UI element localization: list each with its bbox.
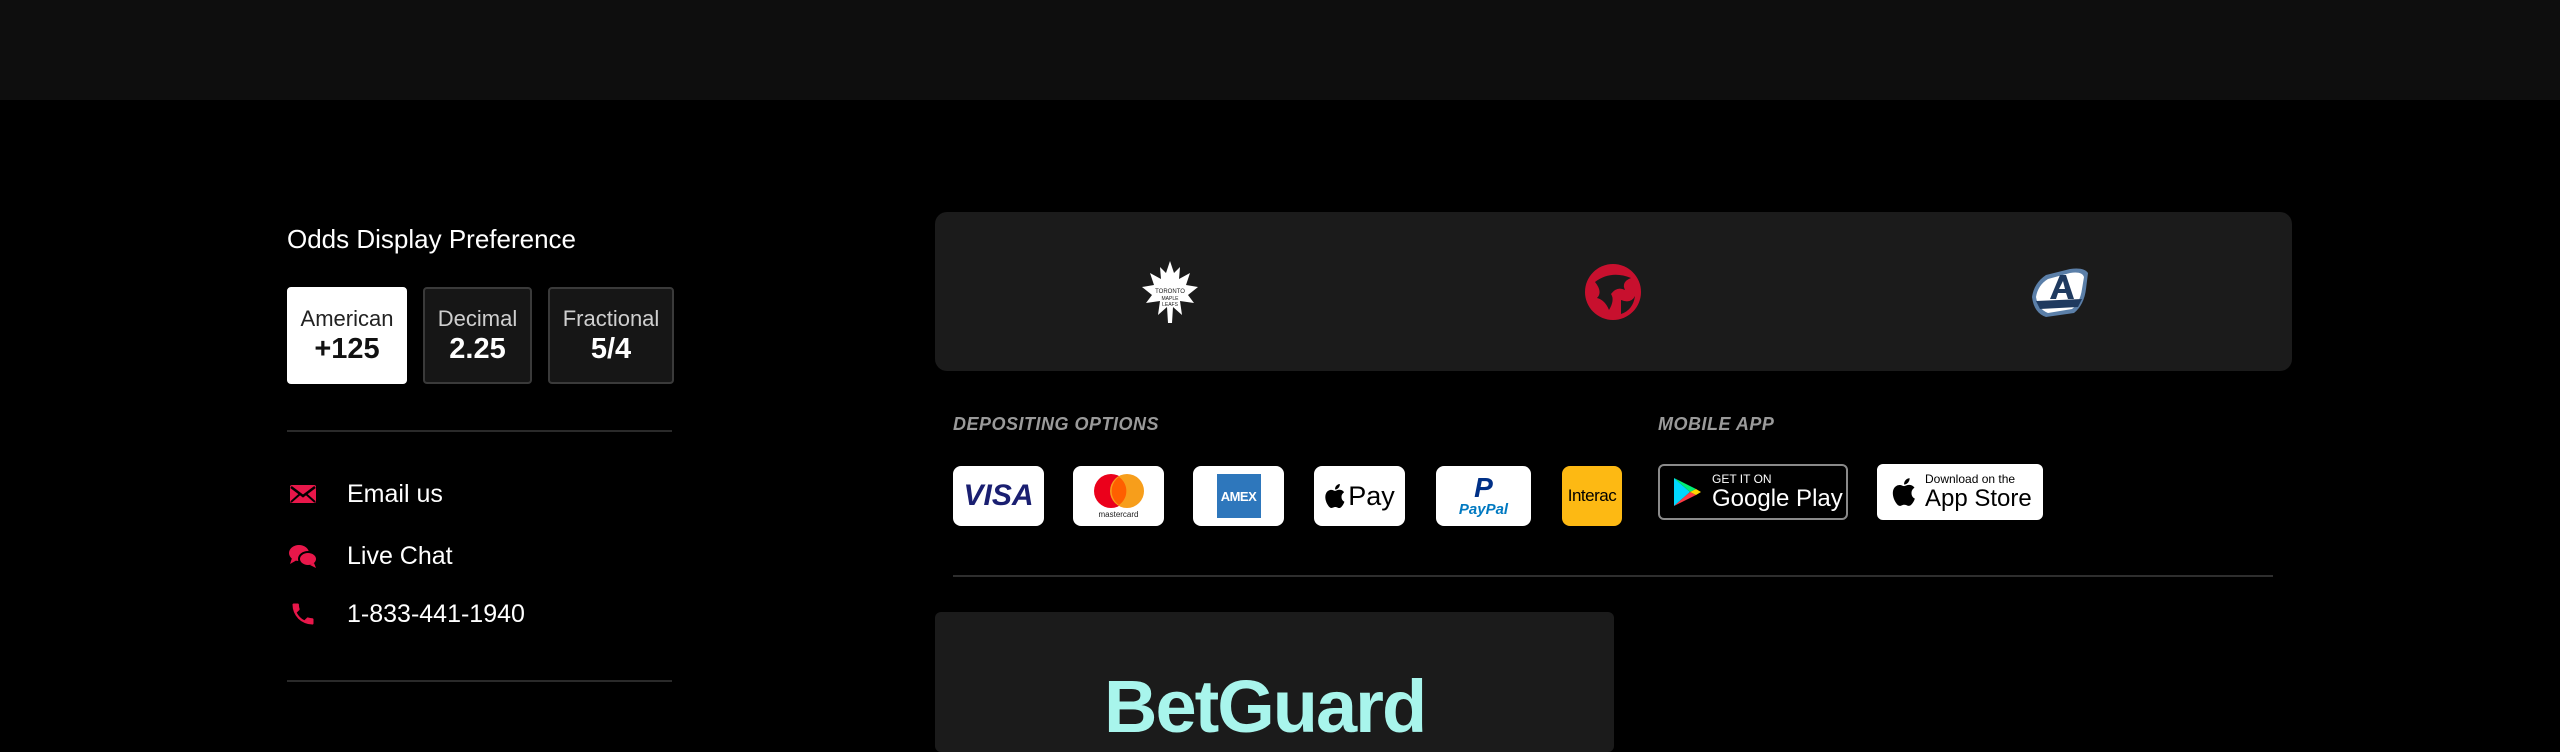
apple-icon bbox=[1325, 484, 1345, 509]
app-store-text: App Store bbox=[1925, 484, 2032, 512]
odds-fractional-label: Fractional bbox=[562, 305, 660, 331]
google-play-small-text: GET IT ON bbox=[1712, 471, 1772, 486]
google-play-text: Google Play bbox=[1712, 484, 1843, 512]
divider bbox=[953, 575, 2273, 577]
odds-fractional-button[interactable]: Fractional 5/4 bbox=[548, 287, 674, 384]
google-play-icon bbox=[1674, 478, 1701, 506]
apple-pay-text: Pay bbox=[1348, 480, 1395, 511]
google-play-button[interactable]: GET IT ON Google Play bbox=[1658, 464, 1848, 520]
email-link[interactable]: Email us bbox=[287, 478, 443, 510]
mastercard-payment-icon: mastercard bbox=[1073, 466, 1164, 526]
apple-icon bbox=[1892, 478, 1915, 506]
odds-decimal-button[interactable]: Decimal 2.25 bbox=[423, 287, 532, 384]
phone-link[interactable]: 1-833-441-1940 bbox=[287, 598, 525, 630]
odds-american-value: +125 bbox=[314, 332, 380, 365]
live-chat-label: Live Chat bbox=[347, 541, 453, 570]
maple-leafs-logo[interactable]: TORONTO MAPLE LEAFS bbox=[1135, 257, 1205, 327]
paypal-text: PayPal bbox=[1458, 500, 1509, 518]
odds-decimal-value: 2.25 bbox=[449, 332, 506, 365]
interac-text: Interac bbox=[1567, 486, 1617, 505]
interac-payment-icon: Interac bbox=[1562, 466, 1622, 526]
odds-preference-title: Odds Display Preference bbox=[287, 224, 577, 254]
mobile-app-label: MOBILE APP bbox=[1658, 414, 1775, 434]
phone-icon bbox=[287, 598, 319, 630]
amex-text: AMEX bbox=[1220, 488, 1257, 504]
amex-payment-icon: AMEX bbox=[1193, 466, 1284, 526]
visa-payment-icon: VISA bbox=[953, 466, 1044, 526]
odds-american-label: American bbox=[300, 305, 394, 331]
email-label: Email us bbox=[347, 479, 443, 508]
argonauts-logo[interactable] bbox=[2024, 257, 2094, 327]
top-bar bbox=[0, 0, 2560, 100]
visa-text: VISA bbox=[963, 479, 1034, 512]
divider bbox=[287, 680, 672, 682]
chat-icon bbox=[287, 540, 319, 572]
apple-pay-payment-icon: Pay bbox=[1314, 466, 1405, 526]
betguard-logo: BetGuard bbox=[1104, 665, 1427, 748]
depositing-options-label: DEPOSITING OPTIONS bbox=[953, 414, 1160, 434]
amex-badge: AMEX bbox=[1216, 474, 1261, 518]
odds-fractional-value: 5/4 bbox=[590, 332, 632, 365]
team-partners-panel: TORONTO MAPLE LEAFS bbox=[935, 212, 2292, 371]
svg-text:TORONTO: TORONTO bbox=[1155, 289, 1185, 295]
odds-options: American +125 Decimal 2.25 Fractional 5/… bbox=[287, 287, 674, 384]
odds-american-button[interactable]: American +125 bbox=[287, 287, 407, 384]
app-store-small-text: Download on the bbox=[1925, 471, 2016, 486]
paypal-p-icon: P bbox=[1474, 471, 1493, 503]
email-icon bbox=[287, 478, 319, 510]
divider bbox=[287, 430, 672, 432]
paypal-payment-icon: P PayPal bbox=[1436, 466, 1531, 526]
app-store-button[interactable]: Download on the App Store bbox=[1877, 464, 2043, 520]
phone-label: 1-833-441-1940 bbox=[347, 599, 525, 628]
odds-decimal-label: Decimal bbox=[437, 305, 518, 331]
betguard-panel[interactable]: BetGuard bbox=[935, 612, 1614, 752]
mastercard-text: mastercard bbox=[1098, 510, 1139, 519]
svg-text:LEAFS: LEAFS bbox=[1162, 302, 1179, 308]
raptors-logo[interactable] bbox=[1578, 257, 1648, 327]
live-chat-link[interactable]: Live Chat bbox=[287, 540, 453, 572]
